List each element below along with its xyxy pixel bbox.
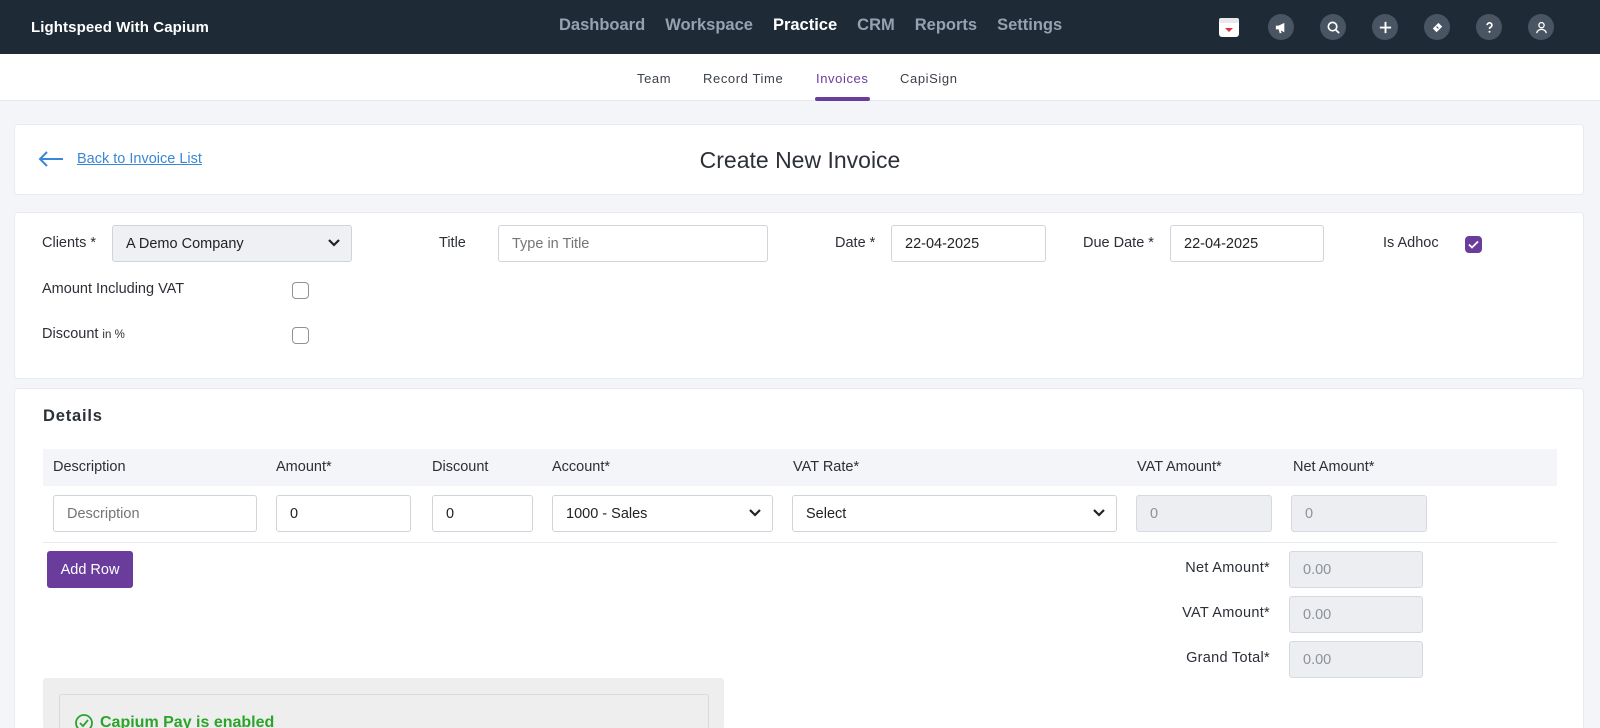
details-title: Details	[43, 407, 103, 425]
subnav-record-time[interactable]: Record Time	[703, 71, 783, 86]
discount-hint: in %	[102, 329, 125, 341]
top-nav-bar: Lightspeed With Capium Dashboard Workspa…	[0, 0, 1600, 54]
grand-total-field: 0.00	[1289, 641, 1423, 678]
clients-value: A Demo Company	[126, 235, 244, 252]
chevron-down-icon	[749, 509, 761, 517]
amount-input[interactable]: 0	[276, 495, 411, 532]
vat-amount-field: 0	[1136, 495, 1272, 532]
discount-checkbox[interactable]	[292, 327, 309, 344]
is-adhoc-label: Is Adhoc	[1383, 235, 1439, 251]
chevron-down-icon	[1093, 509, 1105, 517]
col-amount: Amount*	[276, 459, 332, 475]
discount-value: 0	[446, 505, 455, 522]
date-field[interactable]: 22-04-2025	[891, 225, 1046, 262]
grand-total-label: Grand Total*	[1186, 650, 1270, 666]
grand-total-value: 0.00	[1303, 651, 1332, 668]
clients-select[interactable]: A Demo Company	[112, 225, 352, 262]
active-tab-indicator	[815, 97, 870, 101]
nav-settings[interactable]: Settings	[997, 16, 1062, 35]
col-discount: Discount	[432, 459, 489, 475]
date-label: Date *	[835, 235, 876, 251]
is-adhoc-checkbox[interactable]	[1465, 236, 1482, 253]
page-title: Create New Invoice	[699, 147, 901, 173]
due-date-value: 22-04-2025	[1184, 235, 1259, 252]
date-value: 22-04-2025	[905, 235, 980, 252]
details-card: Details Description Amount* Discount Acc…	[14, 388, 1584, 728]
vat-amount-value: 0	[1150, 505, 1159, 522]
vat-rate-select[interactable]: Select	[792, 495, 1117, 532]
discount-input[interactable]: 0	[432, 495, 533, 532]
due-date-field[interactable]: 22-04-2025	[1170, 225, 1324, 262]
net-amount-value: 0	[1305, 505, 1314, 522]
capium-pay-panel: Capium Pay is enabled	[43, 678, 724, 728]
net-amount-field: 0	[1291, 495, 1427, 532]
help-icon[interactable]	[1476, 14, 1502, 40]
title-label: Title	[439, 235, 466, 251]
capium-pay-box: Capium Pay is enabled	[59, 694, 709, 728]
title-input[interactable]	[498, 225, 768, 262]
due-date-label: Due Date *	[1083, 235, 1154, 251]
invoice-header-card: Back to Invoice List Create New Invoice	[14, 124, 1584, 195]
account-value: 1000 - Sales	[566, 505, 648, 522]
sub-nav: Team Record Time Invoices CapiSign	[0, 54, 1600, 101]
amount-including-vat-label: Amount Including VAT	[42, 281, 185, 297]
total-net-amount-field: 0.00	[1289, 551, 1423, 588]
plus-icon[interactable]	[1372, 14, 1398, 40]
chevron-down-icon	[328, 239, 340, 247]
subnav-capisign[interactable]: CapiSign	[900, 71, 958, 86]
row-divider	[43, 542, 1557, 543]
col-net-amount: Net Amount*	[1293, 459, 1375, 475]
clients-label: Clients *	[42, 235, 96, 251]
col-vat-amount: VAT Amount*	[1137, 459, 1222, 475]
brand-name[interactable]: Lightspeed With Capium	[31, 19, 209, 36]
top-icon-bar	[1216, 14, 1580, 40]
details-table-header: Description Amount* Discount Account* VA…	[43, 449, 1557, 486]
subnav-team[interactable]: Team	[637, 71, 671, 86]
capium-pay-status: Capium Pay is enabled	[74, 713, 274, 728]
nav-crm[interactable]: CRM	[857, 16, 895, 35]
nav-workspace[interactable]: Workspace	[665, 16, 753, 35]
checkmark-icon	[1468, 240, 1479, 249]
user-icon[interactable]	[1528, 14, 1554, 40]
megaphone-icon[interactable]	[1268, 14, 1294, 40]
amount-value: 0	[290, 505, 299, 522]
ticket-icon[interactable]	[1424, 14, 1450, 40]
search-icon[interactable]	[1320, 14, 1346, 40]
discount-label: Discount in %	[42, 326, 125, 342]
nav-reports[interactable]: Reports	[915, 16, 977, 35]
subnav-invoices[interactable]: Invoices	[816, 71, 869, 86]
main-nav: Dashboard Workspace Practice CRM Reports…	[559, 16, 1082, 35]
discount-label-text: Discount	[42, 326, 99, 342]
account-select[interactable]: 1000 - Sales	[552, 495, 773, 532]
total-vat-amount-value: 0.00	[1303, 606, 1332, 623]
nav-practice[interactable]: Practice	[773, 16, 837, 35]
total-vat-amount-field: 0.00	[1289, 596, 1423, 633]
capium-pay-text: Capium Pay is enabled	[100, 714, 275, 728]
calendar-icon[interactable]	[1216, 14, 1242, 40]
check-circle-icon	[75, 714, 93, 728]
total-vat-amount-label: VAT Amount*	[1182, 605, 1270, 621]
total-net-amount-label: Net Amount*	[1185, 560, 1270, 576]
nav-dashboard[interactable]: Dashboard	[559, 16, 645, 35]
col-vat-rate: VAT Rate*	[793, 459, 860, 475]
invoice-form-card: Clients * A Demo Company Title Date * 22…	[14, 212, 1584, 379]
col-account: Account*	[552, 459, 611, 475]
amount-including-vat-checkbox[interactable]	[292, 282, 309, 299]
col-description: Description	[53, 459, 126, 475]
total-net-amount-value: 0.00	[1303, 561, 1332, 578]
vat-rate-value: Select	[806, 505, 847, 522]
add-row-button[interactable]: Add Row	[47, 551, 133, 588]
description-input[interactable]	[53, 495, 257, 532]
